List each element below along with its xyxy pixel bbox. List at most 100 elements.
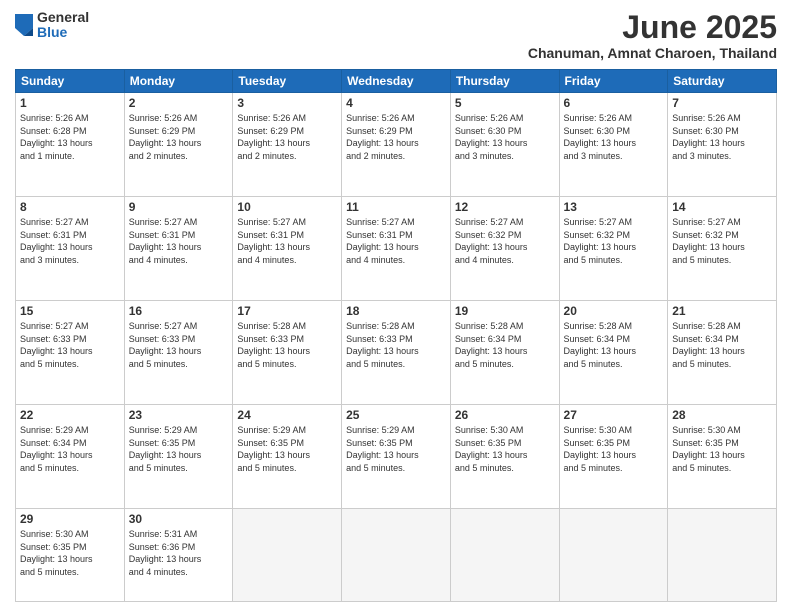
day-number: 25 bbox=[346, 408, 446, 422]
logo-blue: Blue bbox=[37, 25, 89, 40]
day-number: 13 bbox=[564, 200, 664, 214]
calendar-cell: 12Sunrise: 5:27 AMSunset: 6:32 PMDayligh… bbox=[450, 197, 559, 301]
calendar-cell bbox=[342, 508, 451, 601]
page: General Blue June 2025 Chanuman, Amnat C… bbox=[0, 0, 792, 612]
calendar-header-thursday: Thursday bbox=[450, 70, 559, 93]
day-number: 14 bbox=[672, 200, 772, 214]
title-block: June 2025 Chanuman, Amnat Charoen, Thail… bbox=[528, 10, 777, 61]
day-info: Sunrise: 5:27 AMSunset: 6:31 PMDaylight:… bbox=[129, 216, 229, 266]
calendar-cell: 17 Sunrise: 5:28 AMSunset: 6:33 PMDayligh… bbox=[233, 301, 342, 405]
day-info: Sunrise: 5:28 AMSunset: 6:34 PMDaylight:… bbox=[672, 320, 772, 370]
calendar-header-wednesday: Wednesday bbox=[342, 70, 451, 93]
calendar-cell: 28Sunrise: 5:30 AMSunset: 6:35 PMDayligh… bbox=[668, 405, 777, 509]
day-number: 9 bbox=[129, 200, 229, 214]
calendar-cell: 15 Sunrise: 5:27 AMSunset: 6:33 PMDayligh… bbox=[16, 301, 125, 405]
calendar-cell bbox=[559, 508, 668, 601]
calendar-week-3: 15 Sunrise: 5:27 AMSunset: 6:33 PMDayligh… bbox=[16, 301, 777, 405]
day-info: Sunrise: 5:28 AMSunset: 6:33 PMDaylight:… bbox=[346, 320, 446, 370]
day-info: Sunrise: 5:28 AMSunset: 6:33 PMDaylight:… bbox=[237, 320, 337, 370]
day-info: Sunrise: 5:27 AMSunset: 6:33 PMDaylight:… bbox=[129, 320, 229, 370]
header: General Blue June 2025 Chanuman, Amnat C… bbox=[15, 10, 777, 61]
day-number: 11 bbox=[346, 200, 446, 214]
logo: General Blue bbox=[15, 10, 89, 41]
logo-general: General bbox=[37, 10, 89, 25]
day-number: 10 bbox=[237, 200, 337, 214]
calendar-cell bbox=[450, 508, 559, 601]
calendar-cell: 27 Sunrise: 5:30 AMSunset: 6:35 PMDayligh… bbox=[559, 405, 668, 509]
day-info: Sunrise: 5:27 AMSunset: 6:33 PMDaylight:… bbox=[20, 320, 120, 370]
day-info: Sunrise: 5:29 AMSunset: 6:35 PMDaylight:… bbox=[129, 424, 229, 474]
calendar-cell: 20 Sunrise: 5:28 AMSunset: 6:34 PMDayligh… bbox=[559, 301, 668, 405]
calendar-cell: 18 Sunrise: 5:28 AMSunset: 6:33 PMDayligh… bbox=[342, 301, 451, 405]
calendar-cell: 9 Sunrise: 5:27 AMSunset: 6:31 PMDaylight… bbox=[124, 197, 233, 301]
day-number: 26 bbox=[455, 408, 555, 422]
day-number: 2 bbox=[129, 96, 229, 110]
day-info: Sunrise: 5:26 AMSunset: 6:29 PMDaylight:… bbox=[129, 112, 229, 162]
calendar-cell: 26 Sunrise: 5:30 AMSunset: 6:35 PMDayligh… bbox=[450, 405, 559, 509]
day-info: Sunrise: 5:31 AMSunset: 6:36 PMDaylight:… bbox=[129, 528, 229, 578]
day-info: Sunrise: 5:29 AMSunset: 6:35 PMDaylight:… bbox=[237, 424, 337, 474]
calendar-cell: 16 Sunrise: 5:27 AMSunset: 6:33 PMDayligh… bbox=[124, 301, 233, 405]
calendar-cell: 1 Sunrise: 5:26 AMSunset: 6:28 PMDaylight… bbox=[16, 93, 125, 197]
day-number: 23 bbox=[129, 408, 229, 422]
day-number: 18 bbox=[346, 304, 446, 318]
day-number: 28 bbox=[672, 408, 772, 422]
calendar-week-5: 29Sunrise: 5:30 AMSunset: 6:35 PMDayligh… bbox=[16, 508, 777, 601]
day-number: 22 bbox=[20, 408, 120, 422]
calendar-week-4: 22Sunrise: 5:29 AMSunset: 6:34 PMDayligh… bbox=[16, 405, 777, 509]
day-number: 24 bbox=[237, 408, 337, 422]
calendar-cell: 25 Sunrise: 5:29 AMSunset: 6:35 PMDayligh… bbox=[342, 405, 451, 509]
calendar-cell: 14 Sunrise: 5:27 AMSunset: 6:32 PMDayligh… bbox=[668, 197, 777, 301]
calendar-cell: 10Sunrise: 5:27 AMSunset: 6:31 PMDayligh… bbox=[233, 197, 342, 301]
month-title: June 2025 bbox=[528, 10, 777, 45]
day-info: Sunrise: 5:27 AMSunset: 6:32 PMDaylight:… bbox=[672, 216, 772, 266]
calendar-cell: 23 Sunrise: 5:29 AMSunset: 6:35 PMDayligh… bbox=[124, 405, 233, 509]
calendar-cell: 7Sunrise: 5:26 AMSunset: 6:30 PMDaylight… bbox=[668, 93, 777, 197]
calendar-cell: 21 Sunrise: 5:28 AMSunset: 6:34 PMDayligh… bbox=[668, 301, 777, 405]
calendar-cell: 4Sunrise: 5:26 AMSunset: 6:29 PMDaylight… bbox=[342, 93, 451, 197]
day-number: 7 bbox=[672, 96, 772, 110]
day-info: Sunrise: 5:26 AMSunset: 6:28 PMDaylight:… bbox=[20, 112, 120, 162]
calendar-header-monday: Monday bbox=[124, 70, 233, 93]
day-number: 30 bbox=[129, 512, 229, 526]
calendar-cell bbox=[668, 508, 777, 601]
calendar-header-tuesday: Tuesday bbox=[233, 70, 342, 93]
calendar-cell: 2 Sunrise: 5:26 AMSunset: 6:29 PMDaylight… bbox=[124, 93, 233, 197]
day-info: Sunrise: 5:26 AMSunset: 6:30 PMDaylight:… bbox=[564, 112, 664, 162]
day-number: 27 bbox=[564, 408, 664, 422]
day-number: 3 bbox=[237, 96, 337, 110]
calendar-cell: 19 Sunrise: 5:28 AMSunset: 6:34 PMDayligh… bbox=[450, 301, 559, 405]
day-info: Sunrise: 5:30 AMSunset: 6:35 PMDaylight:… bbox=[455, 424, 555, 474]
day-info: Sunrise: 5:26 AMSunset: 6:29 PMDaylight:… bbox=[346, 112, 446, 162]
calendar-week-1: 1 Sunrise: 5:26 AMSunset: 6:28 PMDaylight… bbox=[16, 93, 777, 197]
day-number: 15 bbox=[20, 304, 120, 318]
day-info: Sunrise: 5:26 AMSunset: 6:29 PMDaylight:… bbox=[237, 112, 337, 162]
calendar-cell: 29Sunrise: 5:30 AMSunset: 6:35 PMDayligh… bbox=[16, 508, 125, 601]
day-number: 17 bbox=[237, 304, 337, 318]
day-number: 19 bbox=[455, 304, 555, 318]
day-number: 12 bbox=[455, 200, 555, 214]
calendar-cell: 6Sunrise: 5:26 AMSunset: 6:30 PMDaylight… bbox=[559, 93, 668, 197]
day-number: 16 bbox=[129, 304, 229, 318]
day-info: Sunrise: 5:27 AMSunset: 6:31 PMDaylight:… bbox=[20, 216, 120, 266]
day-info: Sunrise: 5:29 AMSunset: 6:35 PMDaylight:… bbox=[346, 424, 446, 474]
calendar-cell: 11 Sunrise: 5:27 AMSunset: 6:31 PMDayligh… bbox=[342, 197, 451, 301]
calendar-cell: 5 Sunrise: 5:26 AMSunset: 6:30 PMDaylight… bbox=[450, 93, 559, 197]
location: Chanuman, Amnat Charoen, Thailand bbox=[528, 45, 777, 61]
day-info: Sunrise: 5:30 AMSunset: 6:35 PMDaylight:… bbox=[564, 424, 664, 474]
day-number: 29 bbox=[20, 512, 120, 526]
day-number: 5 bbox=[455, 96, 555, 110]
day-info: Sunrise: 5:28 AMSunset: 6:34 PMDaylight:… bbox=[455, 320, 555, 370]
logo-text: General Blue bbox=[37, 10, 89, 41]
day-number: 1 bbox=[20, 96, 120, 110]
calendar-cell: 8Sunrise: 5:27 AMSunset: 6:31 PMDaylight… bbox=[16, 197, 125, 301]
calendar-cell: 3 Sunrise: 5:26 AMSunset: 6:29 PMDaylight… bbox=[233, 93, 342, 197]
day-number: 20 bbox=[564, 304, 664, 318]
day-number: 21 bbox=[672, 304, 772, 318]
day-info: Sunrise: 5:27 AMSunset: 6:32 PMDaylight:… bbox=[564, 216, 664, 266]
day-info: Sunrise: 5:27 AMSunset: 6:31 PMDaylight:… bbox=[346, 216, 446, 266]
calendar-cell: 24 Sunrise: 5:29 AMSunset: 6:35 PMDayligh… bbox=[233, 405, 342, 509]
calendar-header-sunday: Sunday bbox=[16, 70, 125, 93]
day-info: Sunrise: 5:28 AMSunset: 6:34 PMDaylight:… bbox=[564, 320, 664, 370]
day-info: Sunrise: 5:26 AMSunset: 6:30 PMDaylight:… bbox=[455, 112, 555, 162]
